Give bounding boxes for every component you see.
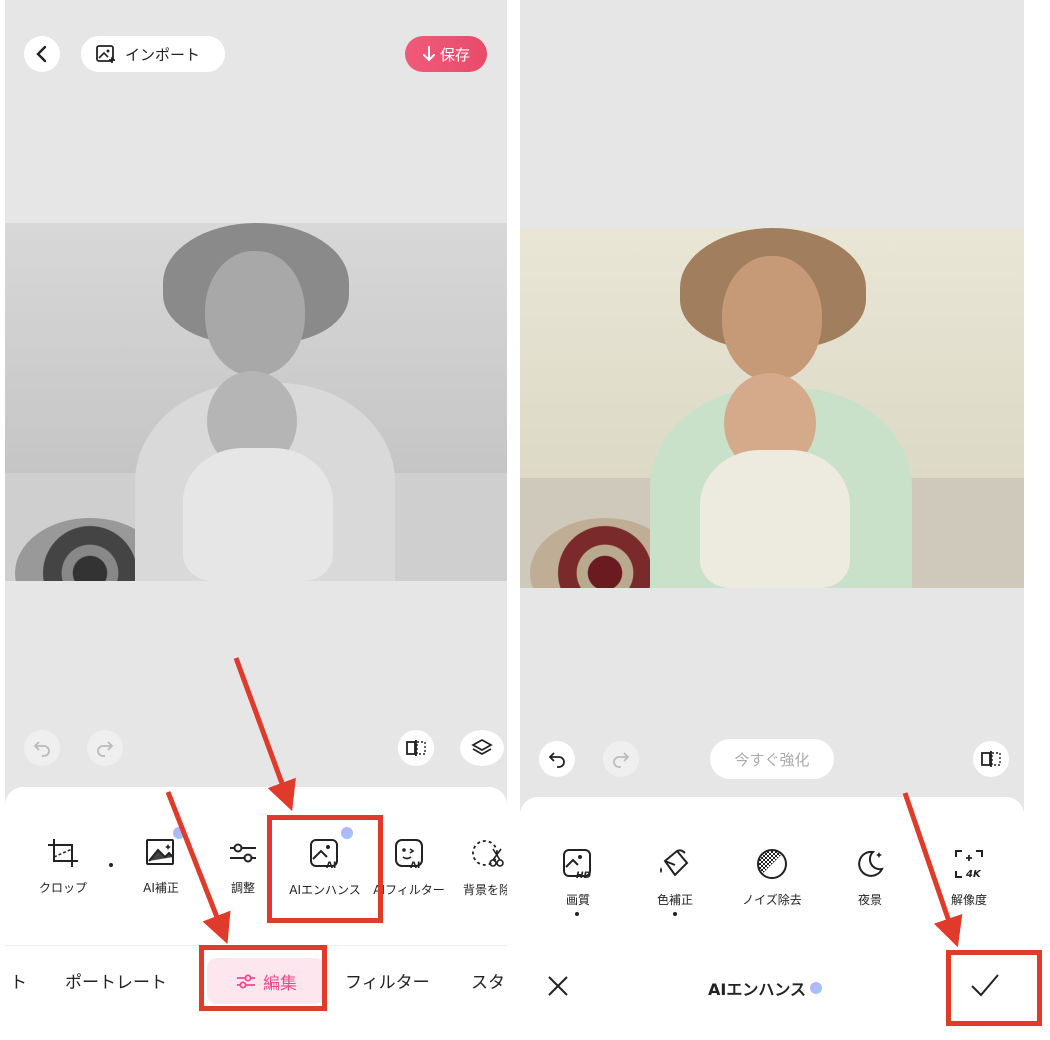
tab-filter[interactable]: フィルター	[345, 968, 430, 993]
save-label: 保存	[439, 45, 470, 64]
noise-circle-icon	[757, 849, 787, 879]
tool-color-correct[interactable]: 色補正	[650, 847, 700, 908]
layers-icon	[471, 739, 493, 755]
undo-button[interactable]	[24, 730, 60, 766]
save-button[interactable]: 保存	[405, 36, 487, 72]
tool-label: ノイズ除去	[742, 893, 802, 907]
tool-label: クロップ	[38, 881, 87, 895]
image-hd-icon: HD	[563, 849, 592, 881]
crop-icon	[48, 839, 78, 867]
enhance-now-button[interactable]: 今すぐ強化	[710, 739, 834, 779]
selected-dot	[673, 912, 677, 916]
selected-dot	[109, 863, 113, 867]
paint-bucket-icon	[660, 849, 689, 877]
selected-dot	[575, 912, 579, 916]
photo-original	[5, 223, 507, 581]
tool-resolution-4k[interactable]: 4K 解像度	[944, 847, 994, 908]
left-screen: インポート 保存 クロップ AI補正 調整 AI AIエンハンス AI AIフィ…	[5, 0, 507, 1040]
image-add-icon	[96, 45, 115, 63]
tool-ai-correct[interactable]: AI補正	[135, 837, 187, 896]
import-label: インポート	[125, 45, 201, 64]
tool-label: 夜景	[857, 893, 882, 907]
tool-label: 背景を除	[462, 883, 507, 897]
arrow-down-icon	[422, 46, 435, 62]
layers-button[interactable]	[460, 730, 504, 766]
footer-title-label: AIエンハンス	[708, 980, 807, 999]
face-ai-icon: AI	[395, 839, 423, 871]
compare-icon	[981, 751, 1001, 767]
svg-text:HD: HD	[576, 871, 592, 881]
resolution-4k-icon: 4K	[955, 850, 983, 880]
redo-button[interactable]	[87, 730, 123, 766]
tab-partial-left[interactable]: ト	[10, 968, 27, 993]
premium-badge	[810, 982, 823, 994]
footer-title: AIエンハンス	[708, 976, 823, 1000]
sliders-icon	[230, 843, 256, 863]
compare-icon	[406, 740, 426, 756]
moon-sparkle-icon	[858, 850, 884, 877]
close-button[interactable]	[544, 972, 572, 1004]
highlight-ai-enhance	[267, 815, 383, 923]
scissors-dashed-icon	[472, 840, 504, 867]
highlight-confirm	[946, 950, 1042, 1026]
tool-label: AI補正	[143, 881, 179, 895]
undo-icon	[33, 741, 50, 757]
tool-denoise[interactable]: ノイズ除去	[740, 847, 804, 908]
tab-portrait[interactable]: ポートレート	[65, 968, 167, 993]
image-sparkle-icon	[146, 839, 174, 865]
redo-button[interactable]	[603, 741, 639, 777]
tool-quality-hd[interactable]: HD 画質	[558, 847, 598, 908]
compare-button[interactable]	[973, 741, 1009, 777]
tool-remove-bg[interactable]: 背景を除	[457, 837, 507, 898]
tool-label: 色補正	[656, 893, 693, 907]
enhance-now-label: 今すぐ強化	[734, 750, 810, 769]
chevron-left-icon	[36, 45, 47, 63]
tool-label: 画質	[565, 893, 590, 907]
tab-partial-right[interactable]: スタ	[471, 968, 505, 993]
close-icon	[548, 976, 568, 996]
tool-label: 解像度	[950, 893, 987, 907]
premium-badge	[173, 827, 185, 839]
tool-night-scene[interactable]: 夜景	[850, 847, 890, 908]
svg-text:4K: 4K	[965, 869, 982, 880]
compare-button[interactable]	[398, 730, 434, 766]
photo-enhanced	[520, 228, 1024, 588]
redo-icon	[97, 741, 114, 757]
svg-text:AI: AI	[410, 861, 420, 871]
tool-label: AIフィルター	[373, 883, 445, 897]
undo-button[interactable]	[539, 741, 575, 777]
import-button[interactable]: インポート	[81, 36, 225, 72]
undo-icon	[548, 752, 565, 768]
right-screen: 今すぐ強化 HD 画質 色補正 ノイズ除去 夜景 4K 解像度 AIエンハンス	[520, 0, 1024, 1040]
redo-icon	[613, 752, 630, 768]
tool-crop[interactable]: クロップ	[35, 837, 91, 896]
highlight-edit-tab	[199, 945, 327, 1011]
tool-label: 調整	[230, 881, 255, 895]
back-button[interactable]	[24, 36, 60, 72]
tool-adjust[interactable]: 調整	[223, 837, 263, 896]
